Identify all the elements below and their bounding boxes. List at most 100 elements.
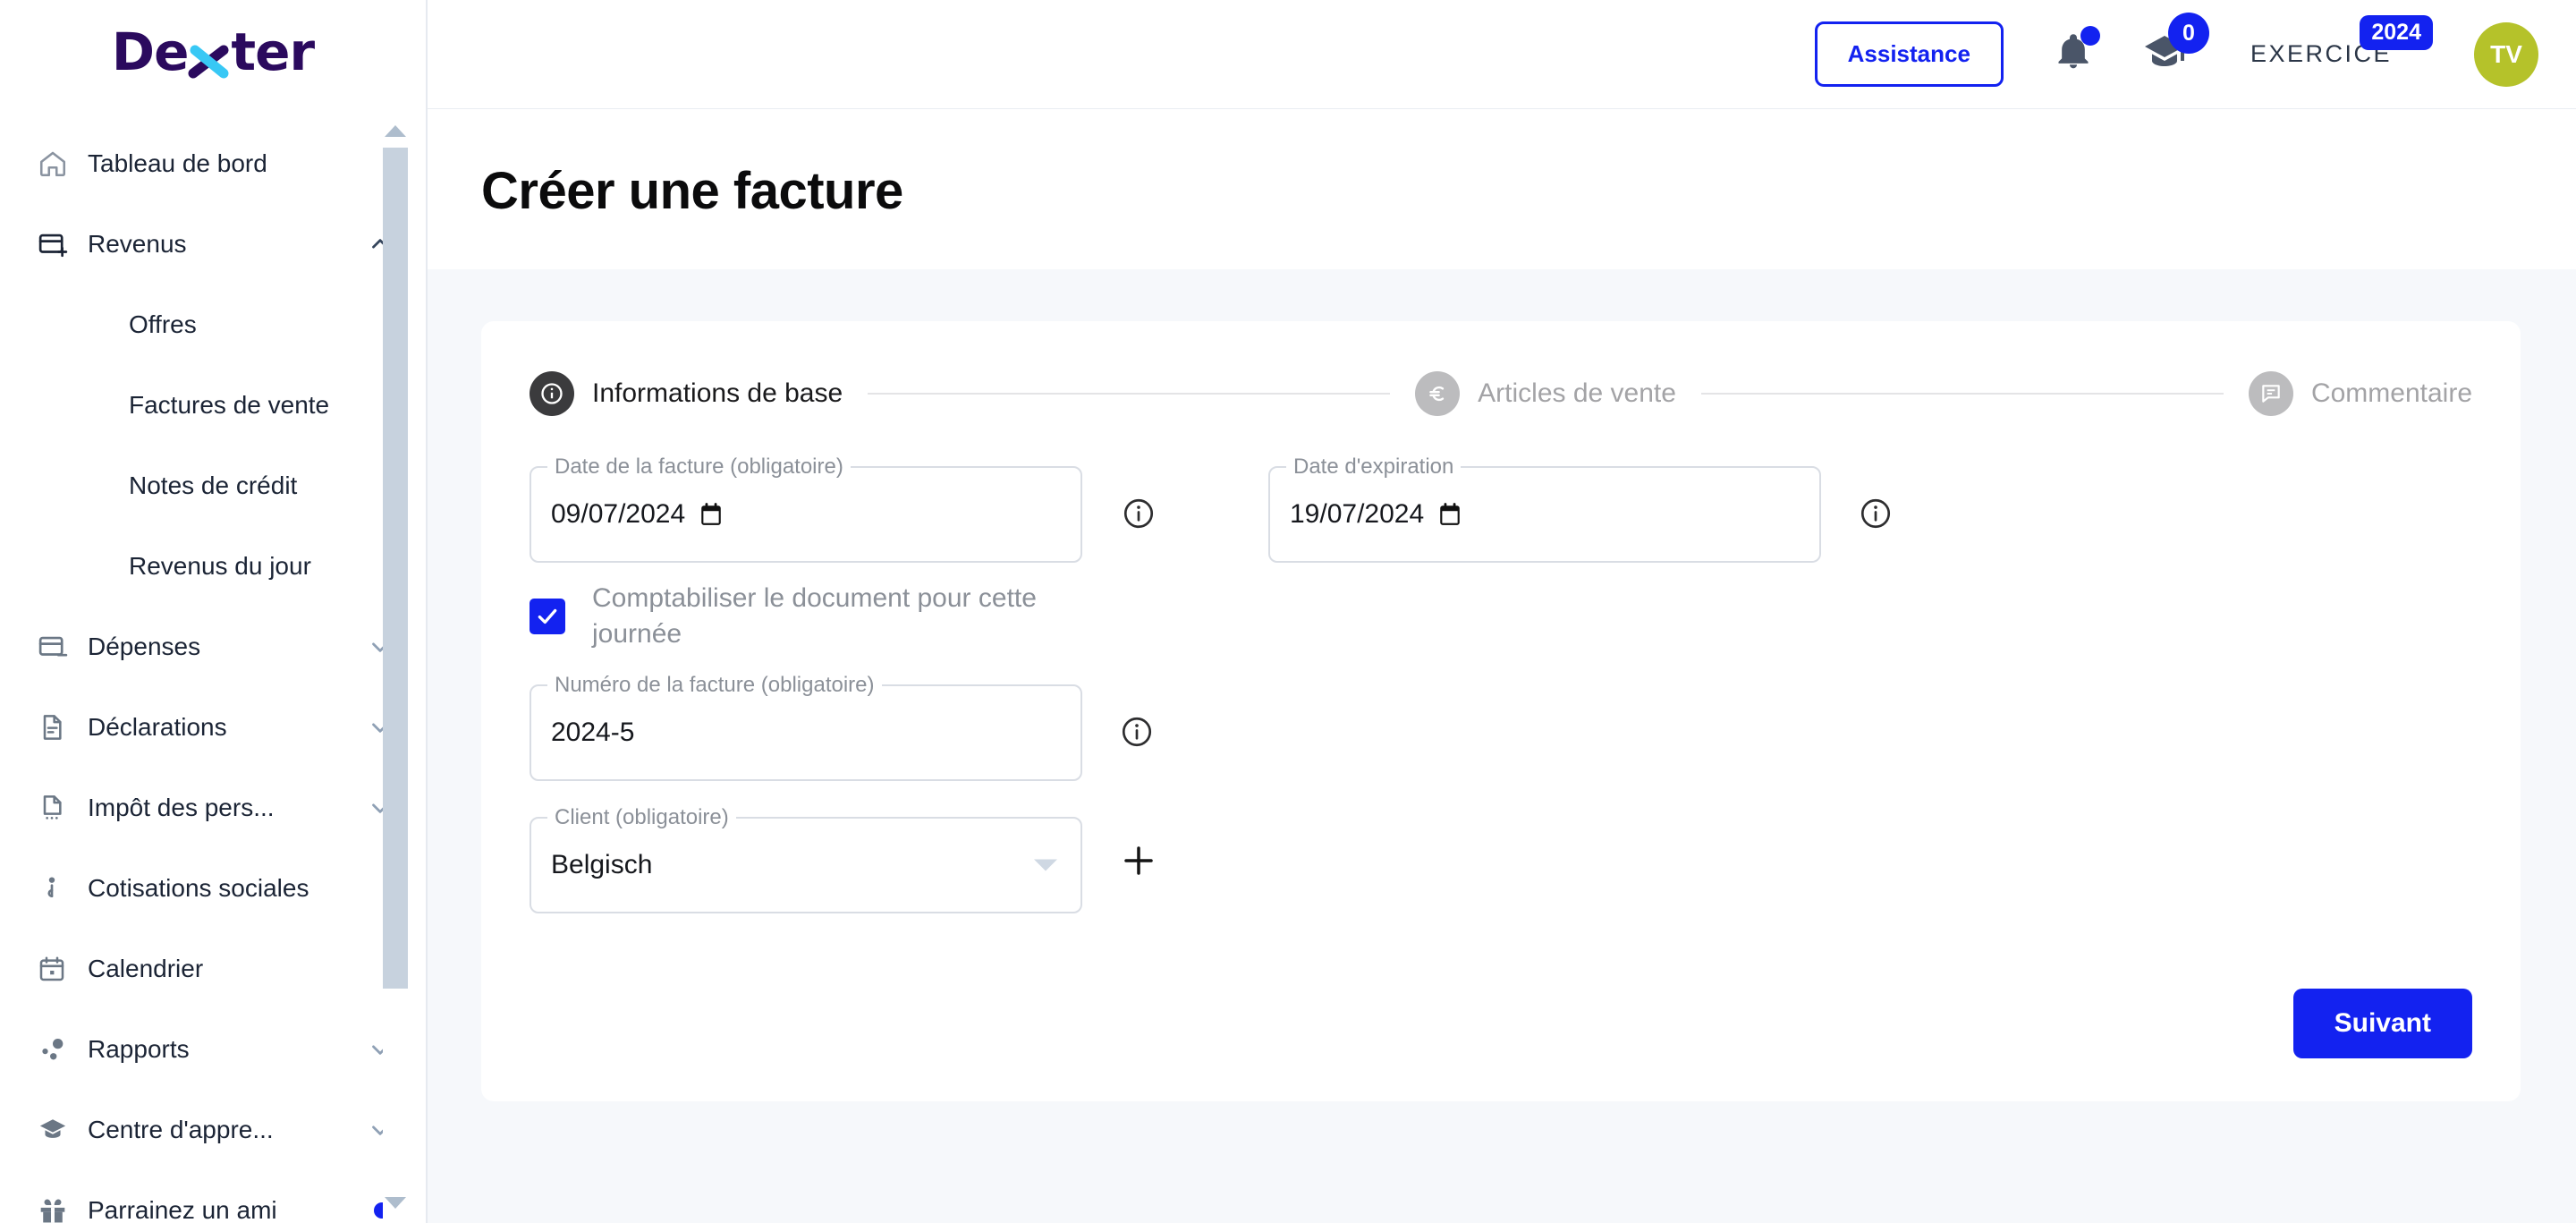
sidebar-item-label: Centre d'appre... [88, 1116, 274, 1143]
card-footer: Suivant [2292, 989, 2472, 1058]
avatar[interactable]: TV [2474, 21, 2538, 87]
gift-icon [38, 1195, 79, 1223]
client-row: Client (obligatoire) Belgisch [530, 804, 2521, 913]
home-icon [38, 149, 79, 179]
calendar-icon[interactable] [1438, 502, 1462, 527]
add-client-button[interactable] [1120, 842, 1157, 882]
invoice-date-field[interactable]: Date de la facture (obligatoire) 09/07/2… [530, 454, 1082, 563]
stepper-connector-2 [1700, 393, 2224, 395]
invoice-number-value: 2024-5 [551, 717, 635, 747]
sidebar-item-notes-de-cr-dit[interactable]: Notes de crédit [0, 446, 426, 526]
brand-logo[interactable]: De ter [0, 0, 426, 109]
sidebar-item-tableau-de-bord[interactable]: Tableau de bord [0, 123, 426, 204]
scroll-up-arrow-icon[interactable] [385, 125, 406, 137]
person-icon [38, 873, 79, 904]
stepper-label-3: Commentaire [2310, 378, 2473, 408]
learning-badge-count: 0 [2167, 13, 2209, 54]
sidebar-item-label: Factures de vente [129, 391, 330, 419]
stepper: Informations de base Articles de vente C… [481, 321, 2521, 416]
main-area: Assistance 0 EXERCICE 2024 TV Créer une … [428, 0, 2576, 1223]
sidebar-item-revenus[interactable]: Revenus [0, 204, 426, 285]
sidebar-nav: Tableau de bord Revenus Offres Factures de … [0, 109, 426, 1223]
stepper-step-articles-de-vente[interactable]: Articles de vente [1415, 371, 1676, 416]
sidebar-item-label: Notes de crédit [129, 471, 298, 499]
exercice-year-badge: 2024 [2360, 15, 2433, 50]
invoice-form: Date de la facture (obligatoire) 09/07/2… [481, 416, 2521, 913]
stepper-step-informations-de-base[interactable]: Informations de base [530, 371, 843, 416]
document-lines-icon [38, 712, 79, 743]
sidebar-item-calendrier[interactable]: Calendrier [0, 929, 426, 1009]
card-minus-icon [38, 632, 79, 662]
next-button[interactable]: Suivant [2292, 989, 2472, 1058]
assistance-button[interactable]: Assistance [1814, 21, 2004, 87]
sidebar-item-revenus-du-jour[interactable]: Revenus du jour [0, 526, 426, 607]
comment-icon [2248, 371, 2293, 416]
euro-icon [1415, 371, 1461, 416]
stepper-connector-1 [868, 393, 1391, 395]
invoice-date-text: 09/07/2024 [551, 499, 686, 529]
bubbles-icon [38, 1034, 79, 1065]
sidebar-item-factures-de-vente[interactable]: Factures de vente [0, 365, 426, 446]
invoice-form-card: Informations de base Articles de vente C… [481, 321, 2521, 1101]
document-icon [38, 793, 79, 823]
sidebar-item-offres[interactable]: Offres [0, 285, 426, 365]
app-root: De ter Tableau de bord Revenus Offres Factu… [0, 0, 2576, 1223]
graduation-icon [38, 1116, 79, 1144]
sidebar-item-label: Revenus [88, 230, 187, 258]
content-area: Informations de base Articles de vente C… [428, 269, 2576, 1223]
sidebar-item-label: Déclarations [88, 713, 227, 741]
calendar-icon[interactable] [699, 502, 723, 527]
exercice-selector[interactable]: EXERCICE 2024 [2250, 15, 2433, 68]
notification-indicator-dot [2080, 26, 2100, 46]
sidebar-item-label: Rapports [88, 1035, 190, 1063]
sidebar-item-label: Dépenses [88, 633, 201, 660]
book-document-checkbox[interactable] [530, 598, 565, 634]
sidebar: De ter Tableau de bord Revenus Offres Factu… [0, 0, 428, 1223]
expiry-date-info-icon[interactable] [1859, 497, 1893, 535]
top-bar: Assistance 0 EXERCICE 2024 TV [428, 0, 2576, 109]
sidebar-item-label: Calendrier [88, 955, 204, 982]
expiry-date-value: 19/07/2024 [1290, 499, 1462, 530]
expiry-date-legend: Date d'expiration [1286, 454, 1462, 480]
invoice-date-value: 09/07/2024 [551, 499, 723, 530]
sidebar-item-label: Impôt des pers... [88, 794, 275, 821]
card-plus-icon [38, 229, 79, 259]
dates-row: Date de la facture (obligatoire) 09/07/2… [530, 454, 2521, 652]
sidebar-item-label: Offres [129, 310, 197, 338]
client-select-field[interactable]: Client (obligatoire) Belgisch [530, 804, 1082, 913]
sidebar-item-label: Cotisations sociales [88, 874, 309, 902]
invoice-number-field[interactable]: Numéro de la facture (obligatoire) 2024-… [530, 672, 1082, 781]
sidebar-item-d-penses[interactable]: Dépenses [0, 607, 426, 687]
chevron-down-icon[interactable] [1034, 859, 1057, 871]
sidebar-item-rapports[interactable]: Rapports [0, 1009, 426, 1090]
invoice-date-legend: Date de la facture (obligatoire) [547, 454, 851, 480]
invoice-number-legend: Numéro de la facture (obligatoire) [547, 672, 882, 698]
sidebar-item-centre-d-appre[interactable]: Centre d'appre... [0, 1090, 426, 1170]
stepper-label-1: Informations de base [592, 378, 843, 408]
brand-wordmark: De ter [112, 21, 315, 82]
client-legend: Client (obligatoire) [547, 804, 736, 830]
info-circle-icon [530, 371, 574, 416]
sidebar-item-label: Parrainez un ami [88, 1196, 277, 1223]
sidebar-scrollbar-thumb[interactable] [383, 148, 408, 989]
sidebar-item-label: Revenus du jour [129, 552, 311, 580]
brand-text-part2: ter [231, 21, 315, 82]
sidebar-scrollbar[interactable] [383, 109, 408, 1223]
book-document-checkbox-row[interactable]: Comptabiliser le document pour cette jou… [530, 581, 1084, 652]
stepper-label-2: Articles de vente [1478, 378, 1676, 408]
sidebar-item-parrainez-un-ami[interactable]: Parrainez un ami [0, 1170, 426, 1223]
book-document-checkbox-label: Comptabiliser le document pour cette jou… [592, 583, 1037, 649]
expiry-date-field[interactable]: Date d'expiration 19/07/2024 [1268, 454, 1821, 563]
sidebar-item-d-clarations[interactable]: Déclarations [0, 687, 426, 768]
notifications-button[interactable] [2054, 26, 2100, 77]
calendar-icon [38, 954, 79, 984]
sidebar-item-cotisations-sociales[interactable]: Cotisations sociales [0, 848, 426, 929]
invoice-date-info-icon[interactable] [1122, 497, 1156, 535]
invoice-number-info-icon[interactable] [1120, 715, 1154, 753]
scroll-down-arrow-icon[interactable] [385, 1197, 406, 1209]
sidebar-item-imp-t-des-pers[interactable]: Impôt des pers... [0, 768, 426, 848]
invoice-number-row: Numéro de la facture (obligatoire) 2024-… [530, 672, 2521, 781]
page-title: Créer une facture [481, 162, 903, 220]
learning-center-button[interactable]: 0 [2143, 13, 2209, 78]
stepper-step-commentaire[interactable]: Commentaire [2248, 371, 2473, 416]
